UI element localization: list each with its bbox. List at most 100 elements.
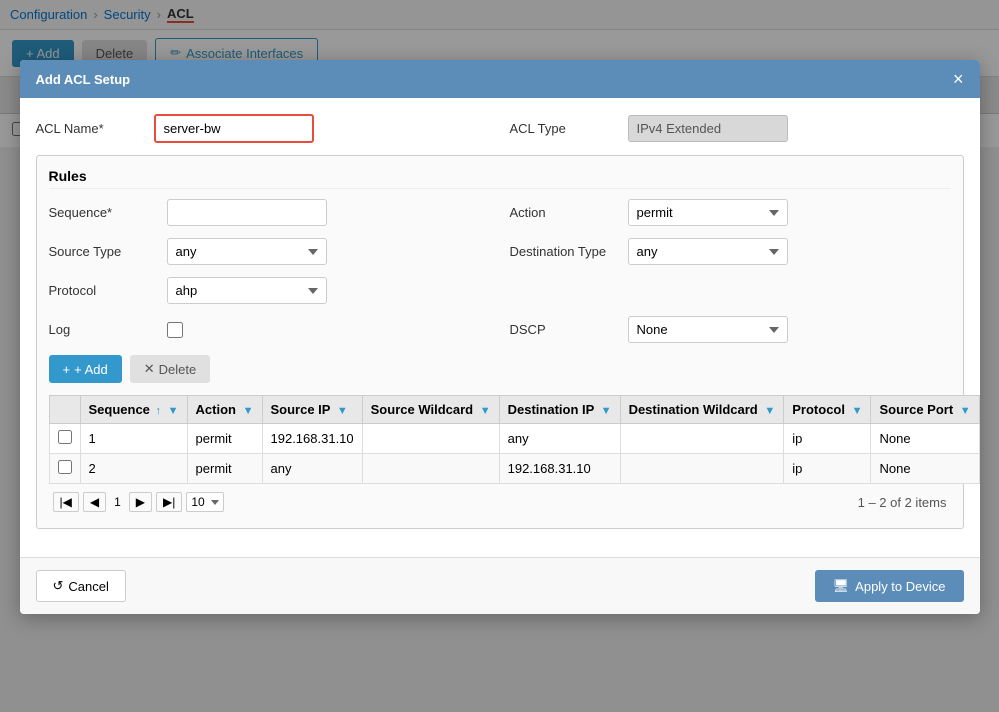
- row2-src-wild: [362, 454, 499, 484]
- dscp-label: DSCP: [510, 322, 620, 337]
- th-protocol: Protocol ▼: [784, 396, 871, 424]
- row1-src-wild: [362, 424, 499, 454]
- rules-box: Rules Sequence* Action permit deny: [36, 155, 964, 529]
- dstip-filter-icon[interactable]: ▼: [601, 405, 612, 417]
- destination-type-group: Destination Type any host network: [510, 238, 951, 265]
- cancel-button[interactable]: ↺ Cancel: [36, 570, 126, 602]
- rules-table-header-row: Sequence ↑ ▼ Action ▼ Source IP ▼ Source…: [49, 396, 980, 424]
- apply-to-device-button[interactable]: 🖥 Apply to Device: [815, 570, 964, 602]
- modal-footer: ↺ Cancel 🖥 Apply to Device: [20, 557, 980, 614]
- protocol-row: Protocol ahp ip tcp udp icmp: [49, 277, 951, 304]
- source-type-select[interactable]: any host network: [167, 238, 327, 265]
- row1-seq: 1: [80, 424, 187, 454]
- log-dscp-row: Log DSCP None AF11 AF12 CS1 EF: [49, 316, 951, 343]
- page-info: 1 – 2 of 2 items: [858, 495, 947, 510]
- row2-protocol: ip: [784, 454, 871, 484]
- dstwild-filter-icon[interactable]: ▼: [764, 405, 775, 417]
- th-destination-wildcard: Destination Wildcard ▼: [620, 396, 784, 424]
- acl-name-type-row: ACL Name* ACL Type IPv4 Extended: [36, 114, 964, 143]
- log-checkbox[interactable]: [167, 322, 183, 338]
- th-action: Action ▼: [187, 396, 262, 424]
- action-label: Action: [510, 205, 620, 220]
- modal-close-button[interactable]: ×: [953, 70, 964, 88]
- destination-type-select[interactable]: any host network: [628, 238, 788, 265]
- row1-protocol: ip: [784, 424, 871, 454]
- acl-name-input[interactable]: [154, 114, 314, 143]
- destination-type-label: Destination Type: [510, 244, 620, 259]
- source-type-group: Source Type any host network: [49, 238, 490, 265]
- row1-checkbox[interactable]: [58, 430, 72, 444]
- add-acl-modal: Add ACL Setup × ACL Name* ACL Type IPv4 …: [20, 60, 980, 614]
- sequence-action-row: Sequence* Action permit deny: [49, 199, 951, 226]
- page-controls: |◀ ◀ 1 ▶ ▶| 10 25 50: [53, 492, 225, 512]
- acl-type-group: ACL Type IPv4 Extended: [510, 115, 964, 142]
- row1-src-ip: 192.168.31.10: [262, 424, 362, 454]
- protocol-label: Protocol: [49, 283, 159, 298]
- undo-icon: ↺: [53, 578, 64, 594]
- dscp-group: DSCP None AF11 AF12 CS1 EF: [510, 316, 951, 343]
- table-row: 2 permit any 192.168.31.10 ip None None …: [49, 454, 980, 484]
- acl-type-value: IPv4 Extended: [628, 115, 788, 142]
- action-group: Action permit deny: [510, 199, 951, 226]
- proto-filter-icon[interactable]: ▼: [852, 405, 863, 417]
- x-icon: ✕: [144, 361, 155, 377]
- rules-table: Sequence ↑ ▼ Action ▼ Source IP ▼ Source…: [49, 395, 980, 484]
- modal-body: ACL Name* ACL Type IPv4 Extended Rules S…: [20, 98, 980, 557]
- th-source-port: Source Port ▼: [871, 396, 979, 424]
- first-page-button[interactable]: |◀: [53, 492, 79, 512]
- delete-rule-button[interactable]: ✕ Delete: [130, 355, 210, 383]
- row2-src-port: None: [871, 454, 979, 484]
- seq-sort-icon[interactable]: ↑: [156, 405, 162, 417]
- acl-type-label: ACL Type: [510, 121, 620, 136]
- row1-src-port: None: [871, 424, 979, 454]
- modal-header: Add ACL Setup ×: [20, 60, 980, 98]
- row2-dst-ip: 192.168.31.10: [499, 454, 620, 484]
- acl-name-group: ACL Name*: [36, 114, 490, 143]
- modal-title: Add ACL Setup: [36, 72, 131, 87]
- current-page: 1: [110, 493, 125, 511]
- row2-checkbox[interactable]: [58, 460, 72, 474]
- sequence-group: Sequence*: [49, 199, 490, 226]
- log-label: Log: [49, 322, 159, 337]
- page-size-select[interactable]: 10 25 50: [186, 492, 224, 512]
- source-type-label: Source Type: [49, 244, 159, 259]
- acl-name-label: ACL Name*: [36, 121, 146, 136]
- srcip-filter-icon[interactable]: ▼: [337, 405, 348, 417]
- next-page-button[interactable]: ▶: [129, 492, 152, 512]
- dscp-select[interactable]: None AF11 AF12 CS1 EF: [628, 316, 788, 343]
- last-page-button[interactable]: ▶|: [156, 492, 182, 512]
- th-checkbox: [49, 396, 80, 424]
- protocol-group: Protocol ahp ip tcp udp icmp: [49, 277, 490, 304]
- protocol-select[interactable]: ahp ip tcp udp icmp: [167, 277, 327, 304]
- sequence-input[interactable]: [167, 199, 327, 226]
- pagination: |◀ ◀ 1 ▶ ▶| 10 25 50 1 – 2 of 2 items: [49, 484, 951, 516]
- row1-action: permit: [187, 424, 262, 454]
- table-row: 1 permit 192.168.31.10 any ip None None …: [49, 424, 980, 454]
- th-source-ip: Source IP ▼: [262, 396, 362, 424]
- prev-page-button[interactable]: ◀: [83, 492, 106, 512]
- seq-filter-icon[interactable]: ▼: [168, 405, 179, 417]
- row2-src-ip: any: [262, 454, 362, 484]
- source-dest-type-row: Source Type any host network Destination…: [49, 238, 951, 265]
- sequence-label: Sequence*: [49, 205, 159, 220]
- row2-action: permit: [187, 454, 262, 484]
- srcwild-filter-icon[interactable]: ▼: [480, 405, 491, 417]
- row1-dst-ip: any: [499, 424, 620, 454]
- row2-checkbox-cell[interactable]: [49, 454, 80, 484]
- rules-title: Rules: [49, 168, 951, 189]
- th-destination-ip: Destination IP ▼: [499, 396, 620, 424]
- row1-checkbox-cell[interactable]: [49, 424, 80, 454]
- plus-icon: +: [63, 362, 71, 377]
- inner-toolbar: + + Add ✕ Delete: [49, 355, 951, 383]
- srcport-filter-icon[interactable]: ▼: [960, 405, 971, 417]
- th-sequence: Sequence ↑ ▼: [80, 396, 187, 424]
- add-rule-button[interactable]: + + Add: [49, 355, 122, 383]
- action-select[interactable]: permit deny: [628, 199, 788, 226]
- row2-seq: 2: [80, 454, 187, 484]
- action-filter-icon[interactable]: ▼: [243, 405, 254, 417]
- th-source-wildcard: Source Wildcard ▼: [362, 396, 499, 424]
- modal-overlay: Add ACL Setup × ACL Name* ACL Type IPv4 …: [0, 0, 999, 712]
- row1-dst-wild: [620, 424, 784, 454]
- row2-dst-wild: [620, 454, 784, 484]
- log-group: Log: [49, 322, 490, 338]
